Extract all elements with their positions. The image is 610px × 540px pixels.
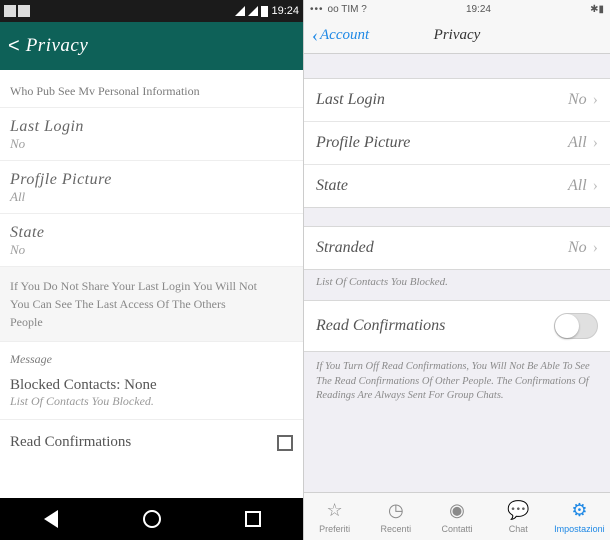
message-section-header: Message xyxy=(0,342,303,371)
tab-chat[interactable]: Chat xyxy=(488,493,549,540)
nav-recent-button[interactable] xyxy=(243,509,263,529)
tab-label: Impostazioni xyxy=(554,524,605,534)
setting-value: No xyxy=(10,136,293,152)
row-label: Profile Picture xyxy=(316,134,568,152)
tab-recent[interactable]: Recenti xyxy=(365,493,426,540)
ios-content: Last Login No › Profile Picture All › St… xyxy=(304,54,610,492)
chevron-right-icon: › xyxy=(593,239,598,257)
row-stranded[interactable]: Stranded No › xyxy=(304,227,610,269)
battery-icon xyxy=(261,6,268,17)
ios-header: ‹ Account Privacy xyxy=(304,18,610,54)
read-confirmations-row[interactable]: Read Confirmations xyxy=(0,420,303,465)
statusbar-time: 19:24 xyxy=(271,5,299,17)
row-label: State xyxy=(316,177,568,195)
person-icon xyxy=(446,500,468,522)
android-statusbar: 19:24 xyxy=(0,0,303,22)
checkbox-icon[interactable] xyxy=(277,435,293,451)
tab-label: Preferiti xyxy=(319,524,350,534)
privacy-group: Last Login No › Profile Picture All › St… xyxy=(304,78,610,208)
row-label: Last Login xyxy=(316,91,568,109)
read-conf-group: Read Confirmations xyxy=(304,300,610,352)
info-note: If You Do Not Share Your Last Login You … xyxy=(0,267,303,342)
tab-label: Recenti xyxy=(381,524,412,534)
blocked-contacts[interactable]: Blocked Contacts: None List Of Contacts … xyxy=(0,371,303,420)
blocked-note: List Of Contacts You Blocked. xyxy=(304,270,610,288)
star-icon xyxy=(324,500,346,522)
read-conf-note: If You Turn Off Read Confirmations, You … xyxy=(304,352,610,412)
row-last-login[interactable]: Last Login No › xyxy=(304,79,610,122)
toggle-switch[interactable] xyxy=(554,313,598,339)
section-header: Who Pub See Mv Personal Information xyxy=(0,70,303,108)
battery-icon: ▮ xyxy=(599,4,605,15)
row-value: All xyxy=(568,134,587,152)
signal-dots-icon: ••• xyxy=(310,4,324,15)
setting-last-login[interactable]: Last Login No xyxy=(0,108,303,161)
chat-icon xyxy=(507,500,529,522)
header-title: Privacy xyxy=(26,35,89,57)
row-read-confirmations[interactable]: Read Confirmations xyxy=(304,301,610,351)
wifi-icon xyxy=(235,6,245,16)
setting-title: Last Login xyxy=(10,118,293,136)
carrier-label: oo TIM ? xyxy=(328,4,367,15)
nav-back-button[interactable] xyxy=(41,509,61,529)
android-navbar xyxy=(0,498,303,540)
tab-contacts[interactable]: Contatti xyxy=(426,493,487,540)
android-header[interactable]: < Privacy xyxy=(0,22,303,70)
setting-value: No xyxy=(10,242,293,258)
gear-icon xyxy=(568,500,590,522)
back-icon[interactable]: < xyxy=(8,35,20,58)
row-value: No xyxy=(568,91,587,109)
chevron-right-icon: › xyxy=(593,91,598,109)
chevron-left-icon: ‹ xyxy=(312,25,318,46)
row-value: All xyxy=(568,177,587,195)
blocked-subtitle: List Of Contacts You Blocked. xyxy=(10,394,293,409)
setting-profile-picture[interactable]: Profjle Picture All xyxy=(0,161,303,214)
back-button[interactable]: ‹ Account xyxy=(312,25,369,46)
setting-title: Profjle Picture xyxy=(10,171,293,189)
notification-icon xyxy=(18,5,30,17)
bluetooth-icon: ✱ xyxy=(590,4,598,15)
tab-favorites[interactable]: Preferiti xyxy=(304,493,365,540)
clock-icon xyxy=(385,500,407,522)
row-label: Stranded xyxy=(316,239,568,257)
blocked-group: Stranded No › xyxy=(304,226,610,270)
chevron-right-icon: › xyxy=(593,177,598,195)
row-label: Read Confirmations xyxy=(316,317,554,335)
chevron-right-icon: › xyxy=(593,134,598,152)
android-content: Who Pub See Mv Personal Information Last… xyxy=(0,70,303,498)
row-value: No xyxy=(568,239,587,257)
ios-tabbar: Preferiti Recenti Contatti Chat Impostaz… xyxy=(304,492,610,540)
row-profile-picture[interactable]: Profile Picture All › xyxy=(304,122,610,165)
nav-home-button[interactable] xyxy=(142,509,162,529)
tab-label: Contatti xyxy=(441,524,472,534)
ios-statusbar: ••• oo TIM ? 19:24 ✱ ▮ xyxy=(304,0,610,18)
signal-icon xyxy=(248,6,258,16)
back-label: Account xyxy=(320,27,369,44)
setting-value: All xyxy=(10,189,293,205)
tab-settings[interactable]: Impostazioni xyxy=(549,493,610,540)
ios-pane: ••• oo TIM ? 19:24 ✱ ▮ ‹ Account Privacy… xyxy=(304,0,610,540)
setting-state[interactable]: State No xyxy=(0,214,303,267)
notification-icon xyxy=(4,5,16,17)
setting-title: State xyxy=(10,224,293,242)
android-pane: 19:24 < Privacy Who Pub See Mv Personal … xyxy=(0,0,304,540)
row-state[interactable]: State All › xyxy=(304,165,610,207)
tab-label: Chat xyxy=(509,524,528,534)
blocked-title: Blocked Contacts: None xyxy=(10,377,293,394)
statusbar-time: 19:24 xyxy=(466,4,491,15)
read-confirmations-label: Read Confirmations xyxy=(10,434,131,451)
